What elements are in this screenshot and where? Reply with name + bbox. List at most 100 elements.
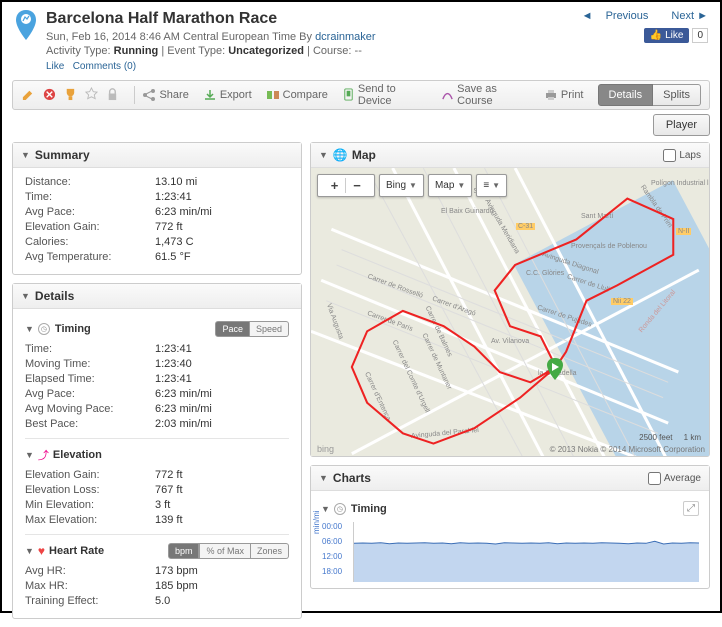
header-right: ◄ Previous Next ► 👍 Like 0 xyxy=(572,10,708,72)
player-button[interactable]: Player xyxy=(653,114,710,136)
stat-value: 2:03 min/mi xyxy=(155,418,212,430)
summary-header[interactable]: ▼Summary xyxy=(13,143,301,168)
map-type-dropdown[interactable]: Map▼ xyxy=(428,174,472,197)
map-header[interactable]: ▼ 🌐 Map Laps xyxy=(311,143,709,168)
stat-key: Avg HR: xyxy=(25,565,155,577)
expand-icon[interactable]: ⤢ xyxy=(683,501,699,516)
export-button[interactable]: Export xyxy=(203,88,252,102)
tab-details[interactable]: Details xyxy=(598,84,654,106)
zoom-out[interactable]: − xyxy=(346,178,368,193)
next-link[interactable]: Next ► xyxy=(661,10,708,22)
map-panel: ▼ 🌐 Map Laps +− Bing▼ Map▼ ≡▼ xyxy=(310,142,710,457)
stat-key: Min Elevation: xyxy=(25,499,155,511)
device-icon xyxy=(342,88,355,102)
chart-yaxis-label: min/mi xyxy=(312,510,321,534)
layers-icon: ≡ xyxy=(483,180,489,191)
like-link[interactable]: Like xyxy=(46,61,64,72)
stat-key: Avg Moving Pace: xyxy=(25,403,155,415)
chart-timing-header: ▼ ◷ Timing ⤢ xyxy=(321,501,699,516)
elevation-section-header[interactable]: ▼ ⤴ Elevation xyxy=(25,447,289,463)
collapse-icon: ▼ xyxy=(321,504,330,514)
map-credit: © 2013 Nokia © 2014 Microsoft Corporatio… xyxy=(550,445,705,454)
toggle-pct[interactable]: % of Max xyxy=(199,543,251,559)
stat-value: 139 ft xyxy=(155,514,183,526)
collapse-icon: ▼ xyxy=(25,546,34,556)
stat-key: Elapsed Time: xyxy=(25,373,155,385)
activity-subtitle: Sun, Feb 16, 2014 8:46 AM Central Europe… xyxy=(46,31,572,43)
hr-unit-toggle: bpm % of Max Zones xyxy=(168,543,289,559)
average-checkbox[interactable] xyxy=(648,472,661,485)
stat-key: Calories: xyxy=(25,236,155,248)
delete-icon[interactable] xyxy=(42,87,57,103)
stat-key: Distance: xyxy=(25,176,155,188)
stat-row: Max HR:185 bpm xyxy=(25,580,289,592)
compare-button[interactable]: Compare xyxy=(266,88,328,102)
pace-speed-toggle: Pace Speed xyxy=(215,321,289,337)
map-canvas[interactable]: Sant Martí Provençals de Poblenou Avingu… xyxy=(311,168,709,456)
thumb-icon: 👍 xyxy=(650,30,662,41)
stat-key: Elevation Loss: xyxy=(25,484,155,496)
details-panel: ▼Details ▼ ◷ Timing Pace Speed Time:1:23… xyxy=(12,283,302,619)
stat-row: Avg HR:173 bpm xyxy=(25,565,289,577)
user-link[interactable]: dcrainmaker xyxy=(315,31,376,43)
nav-links: ◄ Previous Next ► xyxy=(572,10,708,22)
stat-row: Min Elevation:3 ft xyxy=(25,499,289,511)
stat-key: Avg Pace: xyxy=(25,206,155,218)
course-icon xyxy=(441,88,454,102)
lock-icon[interactable] xyxy=(105,87,120,103)
hr-section-header[interactable]: ▼ ♥ Heart Rate bpm % of Max Zones xyxy=(25,543,289,559)
activity-header: Barcelona Half Marathon Race Sun, Feb 16… xyxy=(2,2,720,76)
right-column: ▼ 🌐 Map Laps +− Bing▼ Map▼ ≡▼ xyxy=(310,142,710,627)
stat-value: 6:23 min/mi xyxy=(155,403,212,415)
print-icon xyxy=(544,88,558,102)
send-device-button[interactable]: Send to Device xyxy=(342,83,427,107)
stat-row: Max Elevation:139 ft xyxy=(25,514,289,526)
activity-pin-icon xyxy=(14,10,38,40)
stat-row: Avg Pace:6:23 min/mi xyxy=(25,206,289,218)
stat-key: Max Elevation: xyxy=(25,514,155,526)
tab-splits[interactable]: Splits xyxy=(653,84,701,106)
print-button[interactable]: Print xyxy=(544,88,584,102)
star-icon[interactable] xyxy=(84,87,99,103)
stat-value: 13.10 mi xyxy=(155,176,197,188)
stat-value: 772 ft xyxy=(155,469,183,481)
timing-chart[interactable]: min/mi 00:0006:0012:0018:00 xyxy=(353,522,699,582)
bing-logo: bing xyxy=(317,444,334,454)
timing-section-header[interactable]: ▼ ◷ Timing Pace Speed xyxy=(25,321,289,337)
fb-like[interactable]: 👍 Like 0 xyxy=(644,28,708,43)
map-layers-button[interactable]: ≡▼ xyxy=(476,174,507,197)
stat-value: 173 bpm xyxy=(155,565,198,577)
content: ▼Summary Distance:13.10 mi Time:1:23:41 Av… xyxy=(2,142,720,627)
gps-route xyxy=(311,168,709,456)
map-controls: +− Bing▼ Map▼ ≡▼ xyxy=(317,174,507,197)
charts-header[interactable]: ▼ Charts Average xyxy=(311,466,709,491)
trophy-icon[interactable] xyxy=(63,87,78,103)
stat-row: Time:1:23:41 xyxy=(25,343,289,355)
stat-row: Moving Time:1:23:40 xyxy=(25,358,289,370)
map-provider-dropdown[interactable]: Bing▼ xyxy=(379,174,424,197)
toggle-pace[interactable]: Pace xyxy=(215,321,250,337)
summary-panel: ▼Summary Distance:13.10 miTime:1:23:41Av… xyxy=(12,142,302,275)
zoom-in[interactable]: + xyxy=(324,178,346,193)
stat-key: Best Pace: xyxy=(25,418,155,430)
comments-link[interactable]: Comments (0) xyxy=(73,61,136,72)
details-header[interactable]: ▼Details xyxy=(13,284,301,309)
edit-icon[interactable] xyxy=(21,87,36,103)
toggle-speed[interactable]: Speed xyxy=(250,321,289,337)
left-column: ▼Summary Distance:13.10 mi Time:1:23:41 Av… xyxy=(12,142,302,627)
activity-meta: Activity Type: Running | Event Type: Unc… xyxy=(46,45,572,57)
social-links: Like Comments (0) xyxy=(46,61,572,72)
prev-link[interactable]: ◄ Previous xyxy=(582,10,649,22)
laps-checkbox[interactable] xyxy=(663,149,676,162)
header-main: Barcelona Half Marathon Race Sun, Feb 16… xyxy=(46,10,572,72)
stat-row: Elevation Gain:772 ft xyxy=(25,221,289,233)
stat-value: 767 ft xyxy=(155,484,183,496)
save-course-button[interactable]: Save as Course xyxy=(441,83,530,107)
share-icon xyxy=(142,88,156,102)
share-button[interactable]: Share xyxy=(142,88,188,102)
stat-value: 1:23:40 xyxy=(155,358,192,370)
stat-row: Elevation Gain:772 ft xyxy=(25,469,289,481)
toggle-bpm[interactable]: bpm xyxy=(168,543,200,559)
map-body: +− Bing▼ Map▼ ≡▼ xyxy=(311,168,709,456)
toggle-zones[interactable]: Zones xyxy=(251,543,289,559)
